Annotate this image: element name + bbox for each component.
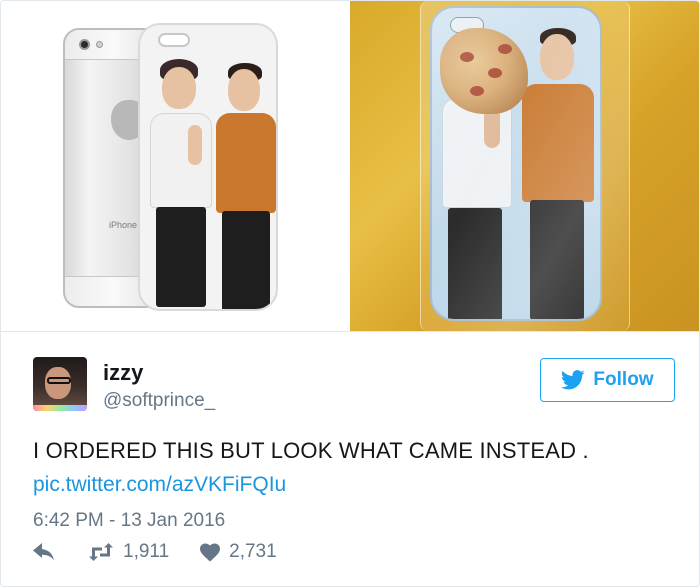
camera-icon [79, 39, 90, 50]
follow-label: Follow [593, 369, 654, 390]
divider [1, 331, 699, 332]
person-right [212, 61, 276, 309]
tweet-pic-link[interactable]: pic.twitter.com/azVKFiFQIu [33, 473, 286, 497]
retweet-button[interactable]: 1,911 [87, 541, 169, 563]
retweet-icon [89, 543, 113, 561]
tweet-card: iPhone izzy @softprince_ Follow I ORDERE… [0, 0, 700, 587]
avatar[interactable] [33, 357, 87, 411]
tweet-timestamp[interactable]: 6:42 PM - 13 Jan 2016 [33, 510, 225, 532]
phone-case-ordered [138, 23, 278, 311]
tweet-media[interactable]: iPhone [1, 1, 699, 331]
like-count: 2,731 [229, 541, 277, 562]
tweet-text: I ORDERED THIS BUT LOOK WHAT CAME INSTEA… [33, 438, 589, 463]
retweet-count: 1,911 [123, 541, 170, 562]
plastic-wrap [420, 1, 630, 331]
like-button[interactable]: 2,731 [199, 541, 277, 563]
user-handle[interactable]: @softprince_ [103, 390, 215, 412]
person-left [148, 55, 218, 309]
reply-icon [33, 543, 54, 561]
heart-icon [200, 543, 221, 562]
reply-button[interactable] [33, 543, 57, 561]
tweet-actions: 1,911 2,731 [33, 539, 277, 565]
follow-button[interactable]: Follow [540, 358, 675, 402]
user-name[interactable]: izzy [103, 360, 143, 386]
photo-ordered-case[interactable]: iPhone [1, 1, 348, 331]
iphone-label: iPhone [109, 220, 138, 230]
photo-received-case[interactable] [350, 1, 699, 331]
twitter-bird-icon [561, 370, 586, 390]
